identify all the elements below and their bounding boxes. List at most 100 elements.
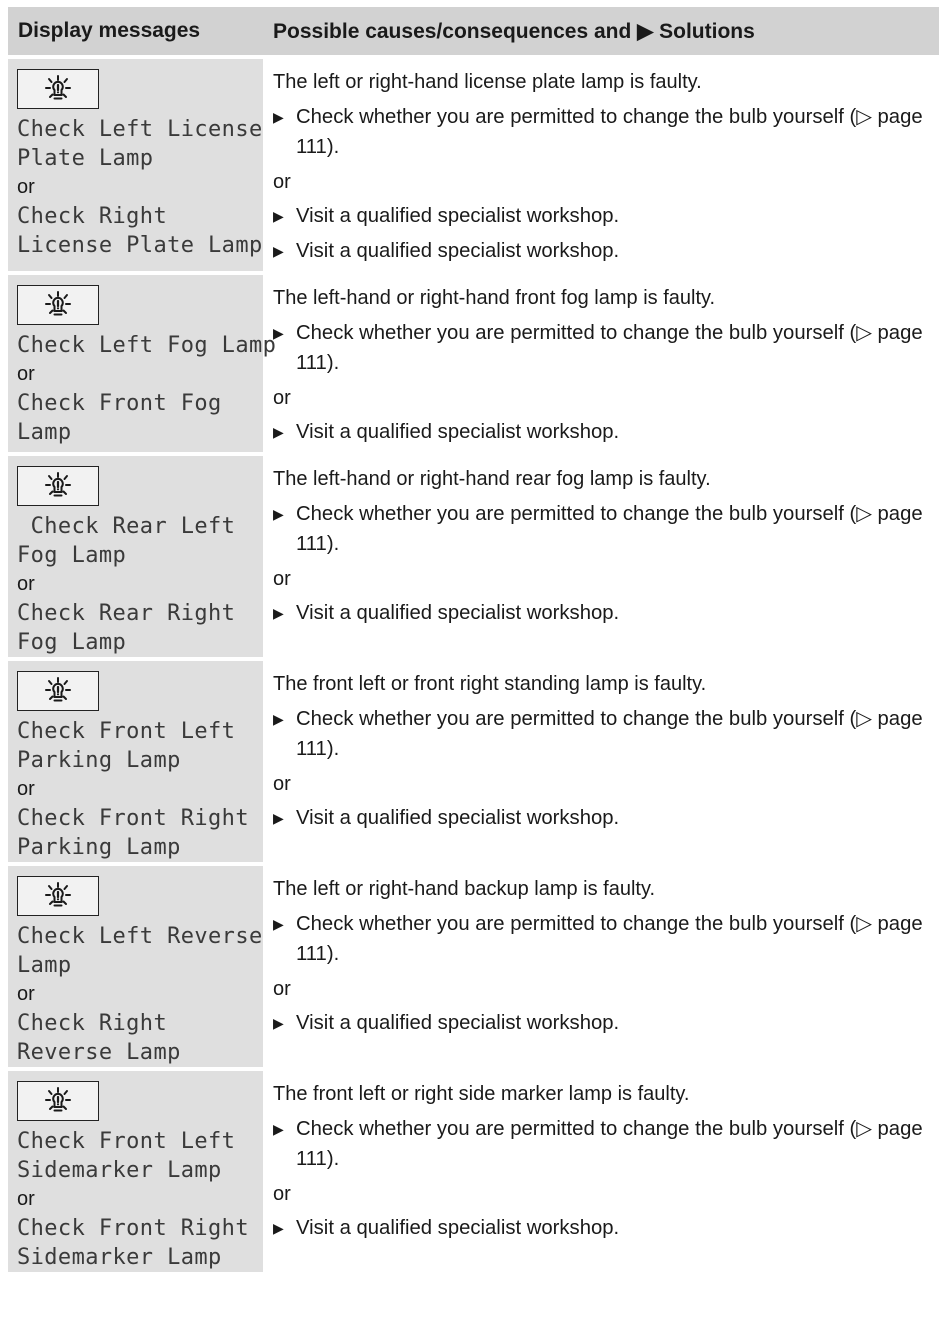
step-arrow-icon: ▶ [273,325,284,341]
display-message-cell: Check Rear Left Fog Lamp or Check Rear Righ… [8,454,263,661]
solution-step: ▶ Check whether you are permitted to chan… [273,318,935,378]
display-message-cell: Check Front Left Sidemarker Lamp or Check F… [8,1069,263,1276]
step-arrow-icon: ▶ [273,208,284,224]
solution-step-text: Visit a qualified specialist workshop. [296,1012,620,1034]
or-separator: or [273,568,291,590]
display-message-cell: Check Left Reverse Lamp or Check Right Rever… [8,864,263,1071]
display-message-text: Plate Lamp [17,146,154,171]
solution-step-text: Visit a qualified specialist workshop. [296,807,620,829]
cause-text: The front left or front right standing l… [273,673,707,695]
step-arrow-icon: ▶ [273,506,284,522]
table-body: Check Left License Plate Lamp or Check Righ… [8,57,939,1276]
table-row: Check Left License Plate Lamp or Check Righ… [8,57,939,275]
solution-cell: The left or right-hand backup lamp is fa… [263,864,939,1071]
table-row: Check Rear Left Fog Lamp or Check Rear Righ… [8,454,939,661]
or-separator: or [17,176,35,198]
solution-step-text: Check whether you are permitted to chang… [296,503,923,555]
display-message-text: Check Front Left [17,1129,236,1154]
solution-step-text: Visit a qualified specialist workshop. [296,421,620,443]
or-separator: or [17,1188,35,1210]
table-row: Check Front Left Parking Lamp or Check Fron… [8,659,939,866]
step-arrow-icon: ▶ [273,605,284,621]
solution-step: ▶ Check whether you are permitted to chan… [273,499,935,559]
display-message-text: Check Left License [17,117,263,142]
column-header-solutions: Possible causes/consequences and ▶ Solut… [263,7,939,59]
display-message-text: Reverse Lamp [17,1040,181,1065]
display-message-text: Check Rear Right [17,601,236,626]
solution-step-text: Check whether you are permitted to chang… [296,708,923,760]
solution-cell: The left-hand or right-hand front fog la… [263,273,939,456]
bulb-warning-icon [17,69,99,109]
solution-step-text: Visit a qualified specialist workshop. [296,602,620,624]
step-arrow-icon: ▶ [273,916,284,932]
cause-text: The left-hand or right-hand front fog la… [273,287,716,309]
display-message-text: Parking Lamp [17,835,181,860]
or-separator: or [17,983,35,1005]
solution-step-text: Check whether you are permitted to chang… [296,322,923,374]
table-header-row: Display messages Possible causes/consequ… [8,7,939,59]
display-message-text: Fog Lamp [17,543,127,568]
solution-step: ▶ Check whether you are permitted to chan… [273,1114,935,1174]
table-row: Check Left Reverse Lamp or Check Right Rever… [8,864,939,1071]
cause-text: The left-hand or right-hand rear fog lam… [273,468,711,490]
table-row: Check Front Left Sidemarker Lamp or Check F… [8,1069,939,1276]
step-arrow-icon: ▶ [273,243,284,259]
cause-text: The front left or right side marker lamp… [273,1083,690,1105]
step-arrow-icon: ▶ [273,1015,284,1031]
solution-step: ▶ Visit a qualified specialist workshop. [273,236,935,266]
solution-step: ▶ Visit a qualified specialist workshop. [273,1008,935,1038]
solution-step: ▶ Check whether you are permitted to chan… [273,102,935,162]
solution-step: ▶ Visit a qualified specialist workshop. [273,598,935,628]
display-message-text: Check Left Fog Lamp [17,333,277,358]
solution-step: ▶ Check whether you are permitted to chan… [273,704,935,764]
display-message-text: Check Front Right [17,806,249,831]
or-separator: or [273,978,291,1000]
solution-step: ▶ Visit a qualified specialist workshop. [273,417,935,447]
step-arrow-icon: ▶ [273,109,284,125]
display-message-text: Fog Lamp [17,630,127,655]
display-message-cell: Check Front Left Parking Lamp or Check Fron… [8,659,263,866]
bulb-warning-icon [17,876,99,916]
solution-step: ▶ Visit a qualified specialist workshop. [273,201,935,231]
display-message-text: Check Left Reverse [17,924,263,949]
or-separator: or [273,171,291,193]
display-message-text: Check Front Right [17,1216,249,1241]
or-separator: or [17,778,35,800]
solution-step: ▶ Visit a qualified specialist workshop. [273,1213,935,1243]
display-message-text: Sidemarker Lamp [17,1158,222,1183]
solution-step-text: Visit a qualified specialist workshop. [296,1217,620,1239]
display-message-text: Sidemarker Lamp [17,1245,222,1270]
display-message-text: Check Front Left [17,719,236,744]
solution-step-text: Check whether you are permitted to chang… [296,106,923,158]
step-arrow-icon: ▶ [273,711,284,727]
solution-step-text: Check whether you are permitted to chang… [296,1118,923,1170]
or-separator: or [273,1183,291,1205]
step-arrow-icon: ▶ [273,810,284,826]
display-messages-table: Display messages Possible causes/consequ… [8,7,939,1276]
display-message-text: Lamp [17,953,72,978]
step-arrow-icon: ▶ [273,1220,284,1236]
solution-cell: The left or right-hand license plate lam… [263,57,939,275]
bulb-warning-icon [17,285,99,325]
solution-cell: The left-hand or right-hand rear fog lam… [263,454,939,661]
or-separator: or [273,387,291,409]
or-separator: or [273,773,291,795]
display-message-text: Check Right [17,204,168,229]
step-arrow-icon: ▶ [273,1121,284,1137]
solution-step: ▶ Visit a qualified specialist workshop. [273,803,935,833]
bulb-warning-icon [17,466,99,506]
display-message-text: Lamp [17,420,72,445]
solution-step-text: Visit a qualified specialist workshop. [296,240,620,262]
display-message-text: Parking Lamp [17,748,181,773]
solution-step: ▶ Check whether you are permitted to chan… [273,909,935,969]
display-message-text: License Plate Lamp [17,233,263,258]
display-message-cell: Check Left Fog Lamp or Check Front Fog Lamp [8,273,277,456]
cause-text: The left or right-hand license plate lam… [273,71,702,93]
column-header-display-messages: Display messages [8,7,263,59]
display-message-text: Check Front Fog [17,391,222,416]
bulb-warning-icon [17,671,99,711]
display-message-text: Check Right [17,1011,168,1036]
or-separator: or [17,363,35,385]
solution-step-text: Check whether you are permitted to chang… [296,913,923,965]
display-message-text: Check Rear Left [17,514,236,539]
